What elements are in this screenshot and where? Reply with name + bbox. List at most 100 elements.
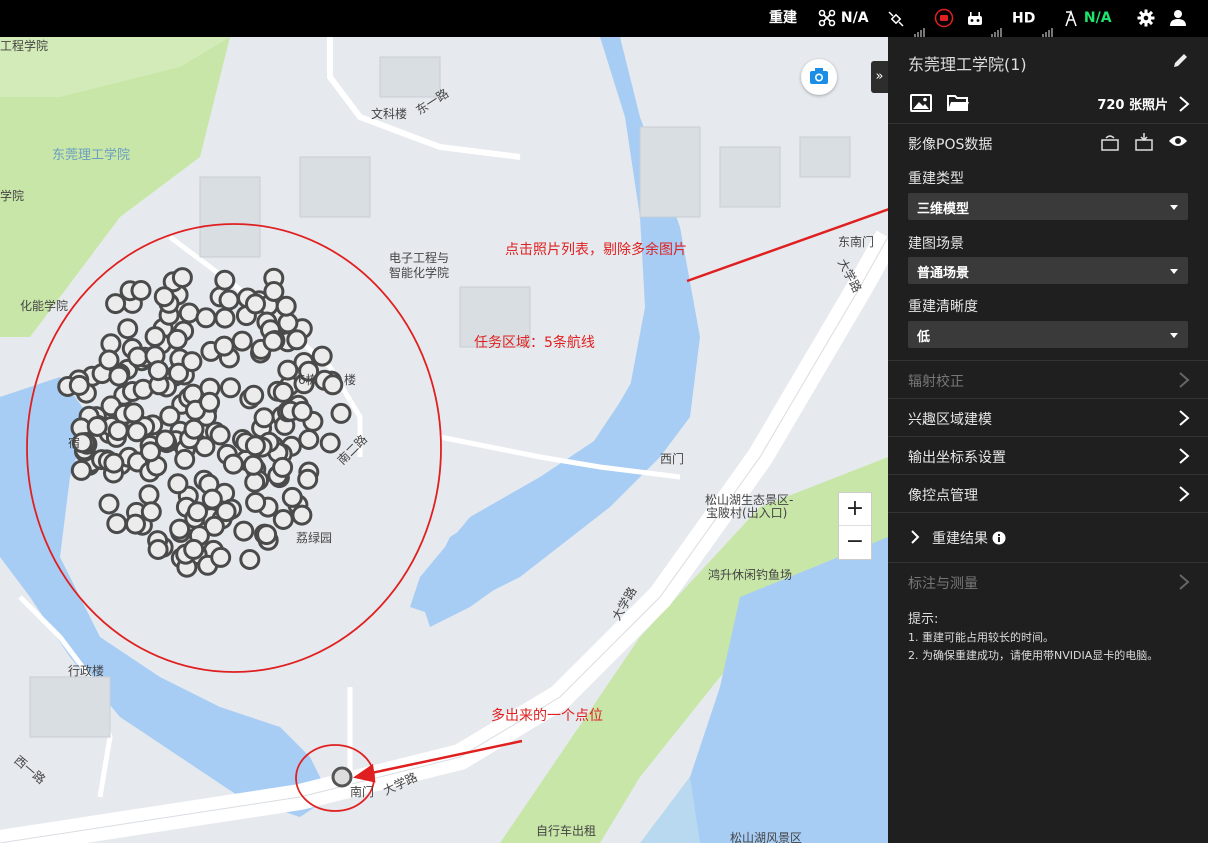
photo-point[interactable] [277, 312, 299, 334]
photo-point[interactable] [322, 374, 344, 396]
info-icon[interactable] [992, 531, 1006, 545]
recon-type-select[interactable]: 三维模型 [908, 193, 1188, 220]
photo-point[interactable] [214, 307, 236, 329]
photo-point[interactable] [298, 429, 320, 450]
photo-point[interactable] [281, 486, 303, 508]
chevron-right-icon[interactable] [1178, 409, 1190, 427]
photo-point[interactable] [147, 360, 169, 382]
folder-icon[interactable] [947, 93, 969, 113]
photo-point[interactable] [181, 351, 203, 373]
photo-point[interactable] [239, 549, 261, 570]
photo-point[interactable] [195, 307, 217, 329]
zoom-in-button[interactable]: + [839, 493, 871, 526]
map-view[interactable]: 工程学院 东莞理工学院 文科楼 东一路 学院 化能学院 电子工程与 智能化学院 … [0, 37, 888, 843]
user-button[interactable] [1170, 0, 1186, 37]
photo-point[interactable] [127, 346, 149, 368]
photo-point[interactable] [222, 453, 244, 475]
pos-import-icon[interactable] [1100, 134, 1120, 152]
photo-point[interactable] [291, 400, 313, 422]
photo-point[interactable] [105, 293, 127, 315]
photo-point[interactable] [103, 452, 125, 474]
photo-point[interactable] [117, 318, 139, 340]
photo-point[interactable] [144, 326, 166, 348]
photo-point[interactable] [218, 289, 240, 311]
camera-icon[interactable] [801, 59, 837, 95]
photo-point[interactable] [123, 402, 145, 424]
photo-point[interactable] [183, 538, 205, 560]
settings-button[interactable] [1137, 0, 1155, 37]
photo-point[interactable] [253, 407, 275, 429]
photo-point[interactable] [286, 329, 308, 351]
photo-point[interactable] [68, 374, 90, 396]
eye-icon[interactable] [1168, 134, 1188, 148]
photo-point[interactable] [319, 432, 341, 454]
photo-point[interactable] [214, 269, 236, 291]
photo-count-link[interactable]: 720 张照片 [1097, 94, 1168, 113]
photo-point[interactable] [130, 280, 152, 301]
photo-point[interactable] [244, 471, 266, 493]
photo-point[interactable] [262, 330, 284, 352]
photo-point[interactable] [126, 421, 148, 443]
gcp-row[interactable]: 像控点管理 [888, 474, 1208, 513]
zoom-out-button[interactable]: − [839, 526, 871, 558]
photo-point[interactable] [70, 459, 92, 481]
chevron-right-icon[interactable] [1178, 485, 1190, 503]
result-row[interactable]: 重建结果 [888, 512, 1208, 561]
coord-row[interactable]: 输出坐标系设置 [888, 436, 1208, 475]
photo-point[interactable] [275, 295, 297, 317]
photo-point[interactable] [174, 448, 196, 470]
photo-point[interactable] [166, 328, 188, 350]
photo-point[interactable] [242, 454, 264, 476]
panel-collapse-button[interactable]: » [871, 61, 888, 93]
chevron-right-icon[interactable] [1178, 447, 1190, 465]
user-icon[interactable] [1170, 9, 1186, 27]
photo-point[interactable] [244, 435, 266, 457]
photo-point[interactable] [297, 468, 319, 490]
photo-point[interactable] [125, 513, 146, 535]
photo-point[interactable] [183, 418, 205, 440]
photo-point[interactable] [210, 546, 232, 568]
image-icon[interactable] [910, 93, 932, 113]
photo-point[interactable] [138, 484, 160, 506]
photo-point[interactable] [169, 518, 191, 540]
photo-point[interactable] [108, 365, 130, 387]
reconstruct-button[interactable]: 重建 [769, 0, 797, 37]
roi-row[interactable]: 兴趣区域建模 [888, 398, 1208, 437]
photo-point[interactable] [272, 509, 294, 530]
camera-button[interactable] [801, 59, 837, 95]
chevron-right-icon[interactable] [910, 529, 920, 545]
photo-point[interactable] [171, 267, 193, 289]
photo-point[interactable] [199, 391, 221, 413]
chevron-right-icon[interactable] [1178, 95, 1190, 113]
pos-export-icon[interactable] [1134, 132, 1154, 152]
photo-point[interactable] [107, 420, 129, 442]
edit-title-button[interactable] [1172, 51, 1190, 73]
map-canvas[interactable] [0, 37, 888, 843]
photo-point[interactable] [272, 456, 294, 478]
photo-point[interactable] [220, 377, 241, 399]
photo-point[interactable] [140, 501, 162, 523]
photo-point[interactable] [98, 493, 120, 515]
photo-point[interactable] [86, 416, 108, 437]
photo-point[interactable] [213, 335, 235, 357]
photo-point[interactable] [154, 429, 176, 451]
photo-point[interactable] [106, 513, 128, 535]
photo-point[interactable] [178, 302, 200, 324]
photo-point[interactable] [330, 402, 352, 424]
photo-point[interactable] [187, 501, 208, 523]
photo-point[interactable] [215, 501, 237, 523]
scene-select[interactable]: 普通场景 [908, 257, 1188, 284]
photo-point[interactable] [245, 491, 267, 513]
photo-point[interactable] [291, 504, 313, 526]
clarity-select[interactable]: 低 [908, 321, 1188, 348]
pencil-icon[interactable] [1172, 51, 1190, 69]
gear-icon[interactable] [1137, 9, 1155, 27]
photo-point[interactable] [272, 381, 294, 403]
photo-point[interactable] [153, 286, 175, 308]
photo-point[interactable] [147, 539, 169, 560]
photo-point[interactable] [231, 330, 253, 352]
photo-point[interactable] [233, 520, 255, 542]
photo-point[interactable] [311, 345, 333, 367]
photo-point[interactable] [277, 359, 299, 381]
photo-point[interactable] [245, 293, 266, 315]
